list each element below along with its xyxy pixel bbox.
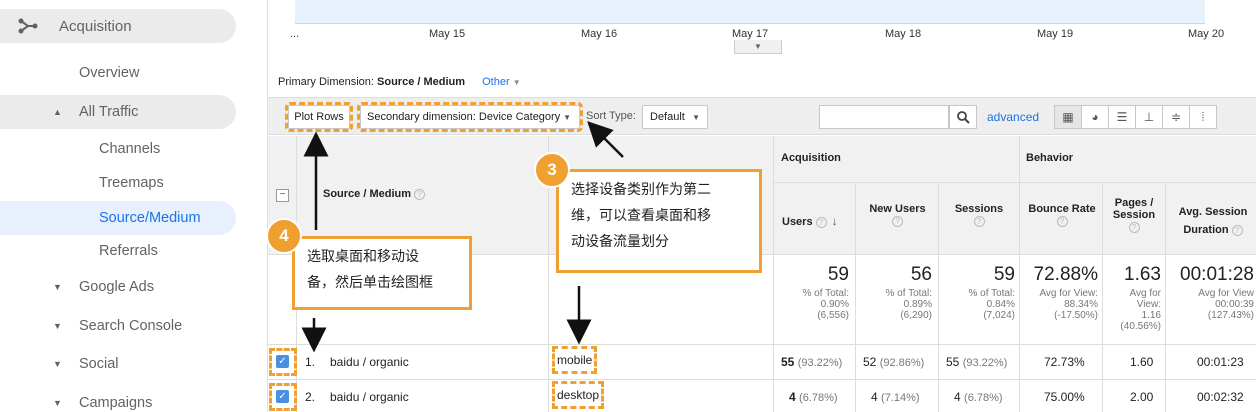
annotation-arrows — [301, 121, 624, 353]
arrow-to-secondary-dimension — [587, 121, 624, 158]
